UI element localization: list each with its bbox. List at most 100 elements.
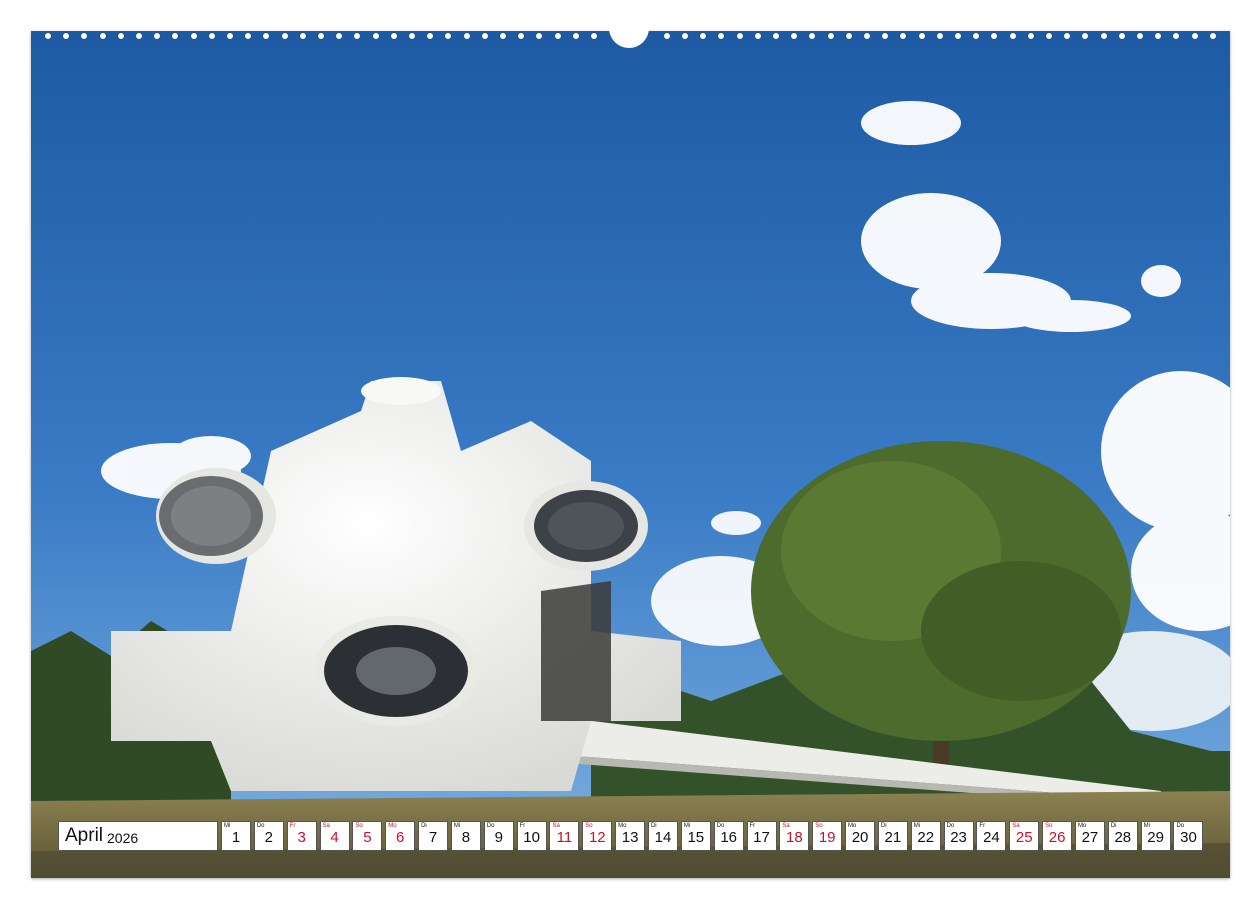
day-cells: Mi 1 Do 2 Fr 3 Sa 4 So 5 Mo 6 Di 7 Mi 8 Do 9 Fr 10 Sa 11 So 12 M… [221, 821, 1206, 851]
ring-hole [554, 33, 561, 39]
day-number: 18 [786, 829, 803, 846]
day-number: 8 [461, 829, 471, 846]
ring-hole [973, 33, 980, 39]
ring-hole [45, 33, 51, 39]
day-cell: Sa 4 [319, 821, 350, 851]
day-cell: Do 2 [253, 821, 284, 851]
ring-hole [1209, 33, 1216, 39]
ring-hole [1100, 33, 1107, 39]
ring-hole [864, 33, 870, 39]
ring-hole [845, 33, 852, 39]
day-cell: So 12 [582, 821, 613, 851]
day-cell: Mi 29 [1140, 821, 1171, 851]
ring-hole [318, 33, 324, 39]
ring-hole [81, 33, 88, 39]
day-cell: Sa 25 [1009, 821, 1040, 851]
ring-hole [136, 33, 142, 39]
ring-hole [99, 33, 106, 39]
day-cell: Mo 27 [1074, 821, 1105, 851]
ring-hole [1118, 33, 1125, 39]
ring-hole [1027, 33, 1034, 39]
calendar-page [31, 31, 1230, 878]
ring-hole [1064, 33, 1071, 39]
day-number: 15 [687, 829, 705, 846]
day-number: 28 [1114, 829, 1132, 846]
ring-hole [936, 33, 943, 39]
ring-hole [463, 33, 470, 39]
ring-hole [172, 33, 179, 39]
ring-hole [572, 33, 579, 39]
ring-hole [299, 33, 306, 39]
day-number: 19 [818, 829, 836, 846]
day-number: 29 [1147, 829, 1164, 846]
day-number: 14 [654, 829, 672, 846]
day-number: 27 [1081, 829, 1099, 846]
day-number: 22 [917, 829, 935, 846]
ring-hole [536, 33, 543, 39]
day-cell: Do 9 [483, 821, 514, 851]
ring-hole [245, 33, 252, 39]
ring-hole [773, 33, 779, 39]
day-number: 26 [1048, 829, 1066, 846]
day-number: 13 [621, 829, 639, 846]
ring-hole [1046, 33, 1052, 39]
ring-hole [1173, 33, 1180, 39]
day-number: 7 [428, 829, 438, 846]
day-number: 2 [264, 829, 274, 846]
ring-hole [991, 33, 998, 39]
day-cell: Di 21 [877, 821, 908, 851]
day-cell: Mi 22 [910, 821, 941, 851]
day-cell: Di 7 [418, 821, 449, 851]
day-number: 6 [396, 829, 405, 846]
day-number: 10 [523, 829, 540, 846]
ring-hole [918, 33, 925, 39]
ring-hole [1137, 33, 1143, 39]
day-number: 9 [494, 829, 503, 846]
monument-photo [31, 31, 1230, 878]
day-cell: Fr 3 [286, 821, 317, 851]
ring-hole [663, 33, 670, 39]
day-number: 4 [330, 829, 339, 846]
year: 2026 [107, 829, 139, 846]
ring-hole [882, 33, 889, 39]
day-cell: So 26 [1042, 821, 1073, 851]
day-cell: So 19 [812, 821, 843, 851]
day-number: 5 [363, 829, 372, 846]
day-cell: Mo 20 [845, 821, 876, 851]
day-cell: Fr 10 [516, 821, 547, 851]
day-number: 20 [851, 829, 869, 846]
ring-hole [63, 33, 70, 39]
day-cell: Do 16 [713, 821, 744, 851]
ring-hole [208, 33, 215, 39]
calendar-strip: April 2026 Mi 1 Do 2 Fr 3 Sa 4 So 5 Mo 6 Di 7 Mi 8 Do 9 Fr… [58, 821, 1206, 851]
day-number: 25 [1015, 829, 1033, 846]
day-number: 30 [1180, 829, 1197, 846]
ring-hole [390, 33, 397, 39]
month-label-box: April 2026 [58, 821, 218, 851]
ring-hole [409, 33, 415, 39]
ring-hole [354, 33, 361, 39]
ring-hole [281, 33, 288, 39]
day-cell: Fr 17 [746, 821, 777, 851]
day-number: 21 [884, 829, 902, 846]
month-name: April [65, 825, 104, 846]
ring-hole [955, 33, 961, 39]
ring-hole [190, 33, 197, 39]
ring-hole [336, 33, 343, 39]
ring-hole [827, 33, 834, 39]
day-cell: Do 23 [943, 821, 974, 851]
ring-hole [591, 33, 597, 39]
day-cell: Di 28 [1107, 821, 1138, 851]
ring-hole [900, 33, 907, 39]
day-cell: Fr 24 [976, 821, 1007, 851]
ring-hole [481, 33, 488, 39]
ring-hole [227, 33, 233, 39]
ring-hole [736, 33, 743, 39]
ring-hole [154, 33, 161, 39]
ring-hole [791, 33, 798, 39]
ring-hole [445, 33, 452, 39]
day-cell: Mi 1 [221, 821, 251, 851]
day-cell: Mo 13 [615, 821, 646, 851]
ring-hole [518, 33, 525, 39]
ring-hole [809, 33, 816, 39]
